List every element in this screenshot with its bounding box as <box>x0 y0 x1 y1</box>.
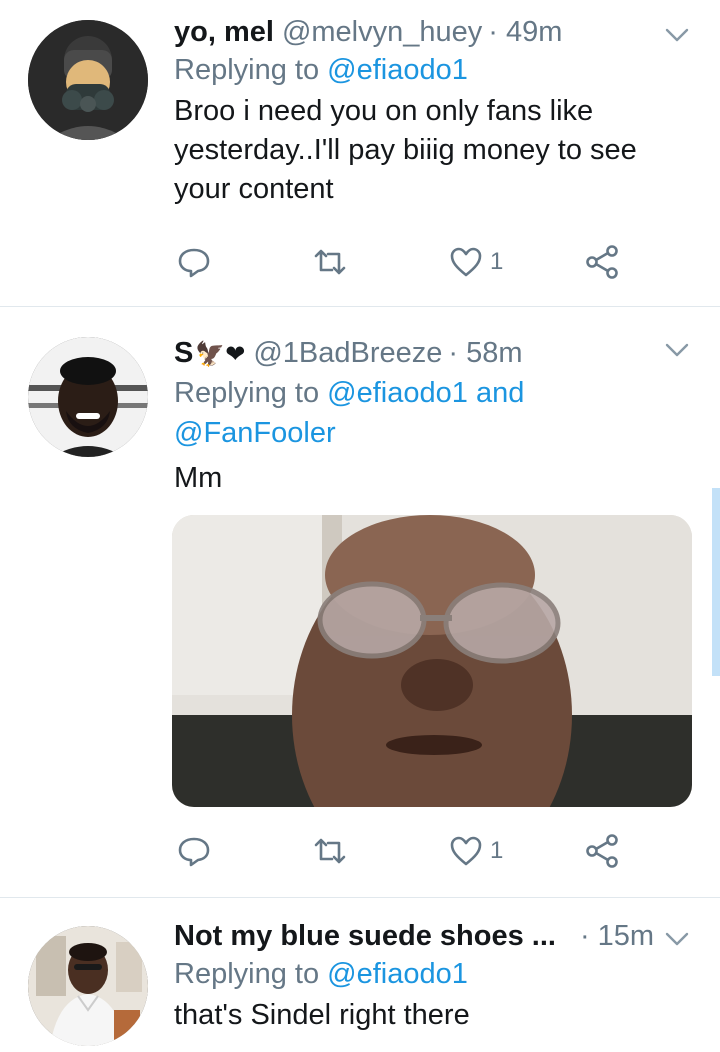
tweet-1[interactable]: yo, mel @melvyn_huey · 49m Replying to @… <box>0 0 720 307</box>
tweet-media-image[interactable] <box>172 515 692 807</box>
replying-to: Replying to @efiaodo1 <box>174 54 468 86</box>
share-icon <box>586 834 618 868</box>
display-name[interactable]: S <box>174 335 193 371</box>
tweet-header: yo, mel @melvyn_huey · 49m <box>174 14 692 50</box>
reply-icon <box>178 837 210 867</box>
like-button[interactable]: 1 <box>448 831 503 871</box>
timestamp[interactable]: · 49m <box>488 14 562 50</box>
avatar[interactable] <box>28 20 148 140</box>
retweet-button[interactable] <box>312 242 348 282</box>
like-icon <box>450 247 482 277</box>
mention-link[interactable]: @FanFooler <box>174 417 336 449</box>
display-name[interactable]: yo, mel <box>174 14 274 50</box>
retweet-button[interactable] <box>312 831 348 871</box>
scrollbar[interactable] <box>712 488 720 676</box>
tweet-header: Not my blue suede shoes ... · 15m <box>174 918 692 954</box>
tweet-2[interactable]: S 🦅❤ @1BadBreeze · 58m Replying to @efia… <box>0 307 720 898</box>
handle[interactable]: @1BadBreeze <box>253 335 442 371</box>
timestamp[interactable]: · 58m <box>448 335 522 371</box>
reply-button[interactable] <box>176 831 212 871</box>
like-count: 1 <box>490 248 504 275</box>
mention-link[interactable]: @efiaodo1 <box>327 958 468 990</box>
tweet-3[interactable]: Not my blue suede shoes ... · 15m Replyi… <box>0 898 720 1052</box>
tweet-actions: 1 <box>174 831 654 871</box>
like-icon <box>450 836 482 866</box>
reply-button[interactable] <box>176 242 212 282</box>
replying-and: and <box>475 377 525 409</box>
retweet-icon <box>314 838 346 864</box>
share-button[interactable] <box>584 831 620 871</box>
avatar[interactable] <box>28 926 148 1046</box>
display-name[interactable]: Not my blue suede shoes ... <box>174 918 556 954</box>
share-icon <box>586 245 618 279</box>
avatar[interactable] <box>28 337 148 457</box>
reply-icon <box>178 248 210 278</box>
like-button[interactable]: 1 <box>448 242 503 282</box>
tweet-text: Broo i need you on only fans like yester… <box>174 95 637 205</box>
tweet-header: S 🦅❤ @1BadBreeze · 58m <box>174 335 692 373</box>
tweet-actions: 1 <box>174 242 654 282</box>
share-button[interactable] <box>584 242 620 282</box>
tweet-text: Mm <box>174 462 223 494</box>
handle[interactable]: @melvyn_huey <box>282 14 482 50</box>
tweet-text: that's Sindel right there <box>174 999 470 1031</box>
like-count: 1 <box>490 837 504 864</box>
retweet-icon <box>314 249 346 275</box>
mention-link[interactable]: @efiaodo1 <box>327 377 468 409</box>
mention-link[interactable]: @efiaodo1 <box>327 54 468 86</box>
replying-to: Replying to @efiaodo1 and @FanFooler <box>174 377 525 449</box>
name-emoji: 🦅❤ <box>195 341 246 368</box>
timestamp[interactable]: · 15m <box>580 918 654 954</box>
replying-to: Replying to @efiaodo1 <box>174 958 468 990</box>
